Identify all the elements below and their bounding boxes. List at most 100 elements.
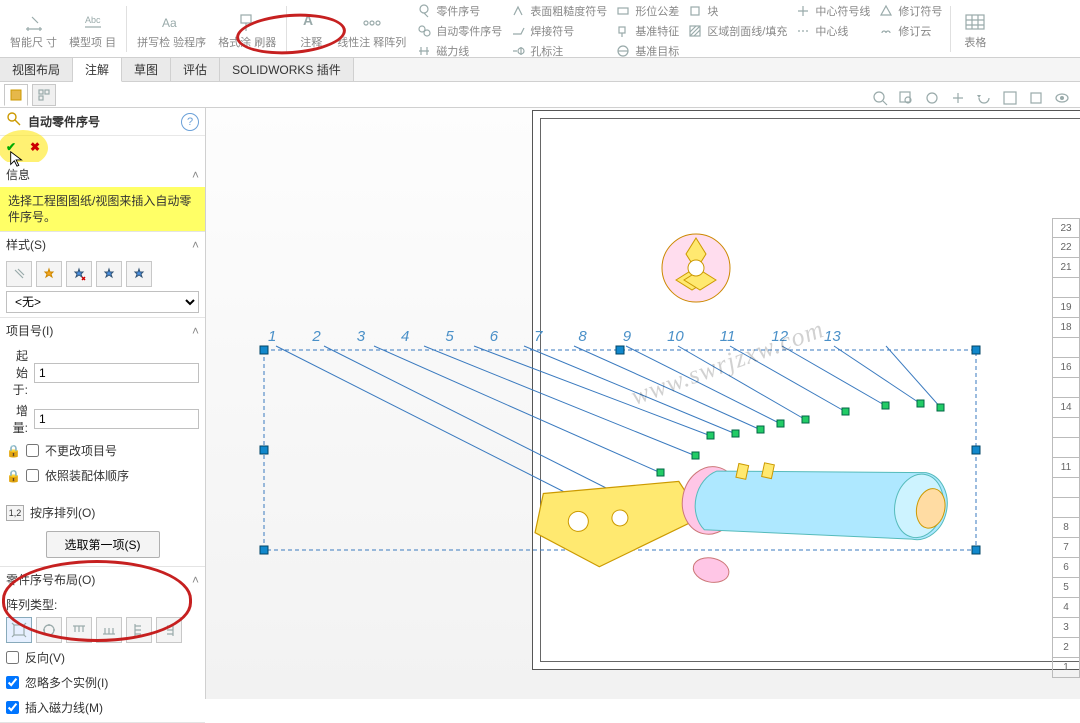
zone-cell: 5	[1052, 578, 1080, 598]
pattern-right-icon[interactable]	[156, 617, 182, 643]
order-label: 按序排列(O)	[30, 504, 95, 521]
inc-label: 增量:	[6, 402, 28, 436]
help-icon[interactable]: ?	[181, 113, 199, 131]
ribbon-rev-cloud[interactable]: 修订云	[874, 22, 946, 40]
lock-icon: 🔒	[6, 444, 20, 458]
pattern-left-icon[interactable]	[126, 617, 152, 643]
ribbon-linear-pattern[interactable]: 线性注 释阵列	[331, 2, 412, 56]
zone-cell	[1052, 378, 1080, 398]
cancel-button[interactable]: ✖	[30, 140, 48, 158]
ribbon-format-paint[interactable]: 格式涂 刷器	[212, 2, 282, 56]
nochange-checkbox[interactable]	[26, 444, 39, 457]
style-select[interactable]: <无>	[6, 291, 199, 313]
zone-cell	[1052, 338, 1080, 358]
ribbon-magline[interactable]: 磁力线	[412, 42, 506, 60]
ribbon-hole-callout[interactable]: 孔标注	[506, 42, 611, 60]
tab-evaluate[interactable]: 评估	[171, 58, 220, 81]
ribbon-block-group: 块 区域剖面线/填充	[683, 2, 791, 40]
zone-cell	[1052, 438, 1080, 458]
style-load-icon[interactable]	[96, 261, 122, 287]
zone-cell: 6	[1052, 558, 1080, 578]
style-del-icon[interactable]	[66, 261, 92, 287]
ignoremulti-label: 忽略多个实例(I)	[25, 674, 108, 691]
tab-view-layout[interactable]: 视图布局	[0, 58, 73, 81]
item-header: 项目号(I)˄	[0, 318, 205, 343]
pattern-circle-icon[interactable]	[36, 617, 62, 643]
chevron-up-icon[interactable]: ˄	[192, 324, 199, 338]
ribbon-auto-balloon[interactable]: 自动零件序号	[412, 22, 506, 40]
zone-cell	[1052, 498, 1080, 518]
svg-text:Abc: Abc	[85, 15, 101, 25]
zone-cell: 8	[1052, 518, 1080, 538]
ribbon-spell[interactable]: Aa 拼写检 验程序	[131, 2, 212, 56]
info-header: 信息˄	[0, 162, 205, 187]
ribbon-block[interactable]: 块	[683, 2, 791, 20]
panel-tab-tree[interactable]	[32, 84, 56, 106]
inc-input[interactable]	[34, 409, 199, 429]
property-manager: 自动零件序号 ? ✔ ✖ 信息˄ 选择工程图图纸/视图来插入自动零件序号。 样式…	[0, 108, 206, 699]
view-icon[interactable]	[1026, 88, 1046, 108]
order-icon: 1,2	[6, 505, 24, 521]
zone-cell: 22	[1052, 238, 1080, 258]
hide-show-icon[interactable]	[1052, 88, 1072, 108]
ignoremulti-checkbox[interactable]	[6, 676, 19, 689]
reverse-checkbox[interactable]	[6, 651, 19, 664]
ribbon-gtol[interactable]: 形位公差	[611, 2, 683, 20]
info-message: 选择工程图图纸/视图来插入自动零件序号。	[0, 187, 205, 231]
ribbon-surf-group: 表面粗糙度符号 焊接符号 孔标注	[506, 2, 611, 60]
tab-annotation[interactable]: 注解	[73, 58, 122, 82]
chevron-up-icon[interactable]: ˄	[192, 238, 199, 252]
zone-cell: 23	[1052, 218, 1080, 238]
section-icon[interactable]	[948, 88, 968, 108]
ribbon-datum[interactable]: 基准特征	[611, 22, 683, 40]
ribbon-centerline[interactable]: 中心线	[791, 22, 874, 40]
ribbon-balloon[interactable]: 零件序号	[412, 2, 506, 20]
pick-first-button[interactable]: 选取第一项(S)	[46, 531, 160, 558]
ribbon-rev-symbol[interactable]: 修订符号	[874, 2, 946, 20]
ribbon-rev-group: 修订符号 修订云	[874, 2, 946, 40]
zoom-area-icon[interactable]	[896, 88, 916, 108]
ribbon-tables[interactable]: 表格	[955, 2, 995, 56]
style-header: 样式(S)˄	[0, 232, 205, 257]
chevron-up-icon[interactable]: ˄	[192, 573, 199, 587]
zone-cell	[1052, 478, 1080, 498]
ribbon-hatch[interactable]: 区域剖面线/填充	[683, 22, 791, 40]
style-add-icon[interactable]	[36, 261, 62, 287]
style-save-icon[interactable]	[126, 261, 152, 287]
zone-cell: 11	[1052, 458, 1080, 478]
zone-cell: 16	[1052, 358, 1080, 378]
chevron-up-icon[interactable]: ˄	[192, 168, 199, 182]
pattern-square-icon[interactable]	[6, 617, 32, 643]
zone-cell	[1052, 418, 1080, 438]
ribbon-model-items[interactable]: Abc 模型项 目	[63, 2, 122, 56]
panel-tab-pm[interactable]	[4, 84, 28, 106]
layout-header: 零件序号布局(O)˄	[0, 567, 205, 592]
zoom-fit-icon[interactable]	[870, 88, 890, 108]
rotate-icon[interactable]	[974, 88, 994, 108]
ribbon-note[interactable]: A 注释	[291, 2, 331, 56]
start-input[interactable]	[34, 363, 199, 383]
zone-cell: 3	[1052, 618, 1080, 638]
drawing-canvas[interactable]: 1 2 3 4 5 6 7 8 9 10 11 12 13	[206, 108, 1080, 699]
ribbon-datum-target[interactable]: 基准目标	[611, 42, 683, 60]
ribbon-centermark[interactable]: 中心符号线	[791, 2, 874, 20]
nochange-label: 不更改项目号	[45, 442, 117, 459]
followasm-checkbox[interactable]	[26, 469, 39, 482]
insertmag-checkbox[interactable]	[6, 701, 19, 714]
style-apply-icon[interactable]	[6, 261, 32, 287]
zone-cell: 21	[1052, 258, 1080, 278]
zone-cell: 2	[1052, 638, 1080, 658]
display-icon[interactable]	[1000, 88, 1020, 108]
pattern-top-icon[interactable]	[66, 617, 92, 643]
ribbon-smart-dim[interactable]: 智能尺 寸	[4, 2, 63, 56]
ok-button[interactable]: ✔	[6, 140, 24, 158]
start-label: 起始于:	[6, 347, 28, 398]
reverse-label: 反向(V)	[25, 649, 65, 666]
zoom-prev-icon[interactable]	[922, 88, 942, 108]
zone-cell: 19	[1052, 298, 1080, 318]
tab-sketch[interactable]: 草图	[122, 58, 171, 81]
ribbon-surface-finish[interactable]: 表面粗糙度符号	[506, 2, 611, 20]
pattern-bottom-icon[interactable]	[96, 617, 122, 643]
ribbon-weld[interactable]: 焊接符号	[506, 22, 611, 40]
tab-sw-addins[interactable]: SOLIDWORKS 插件	[220, 58, 354, 81]
